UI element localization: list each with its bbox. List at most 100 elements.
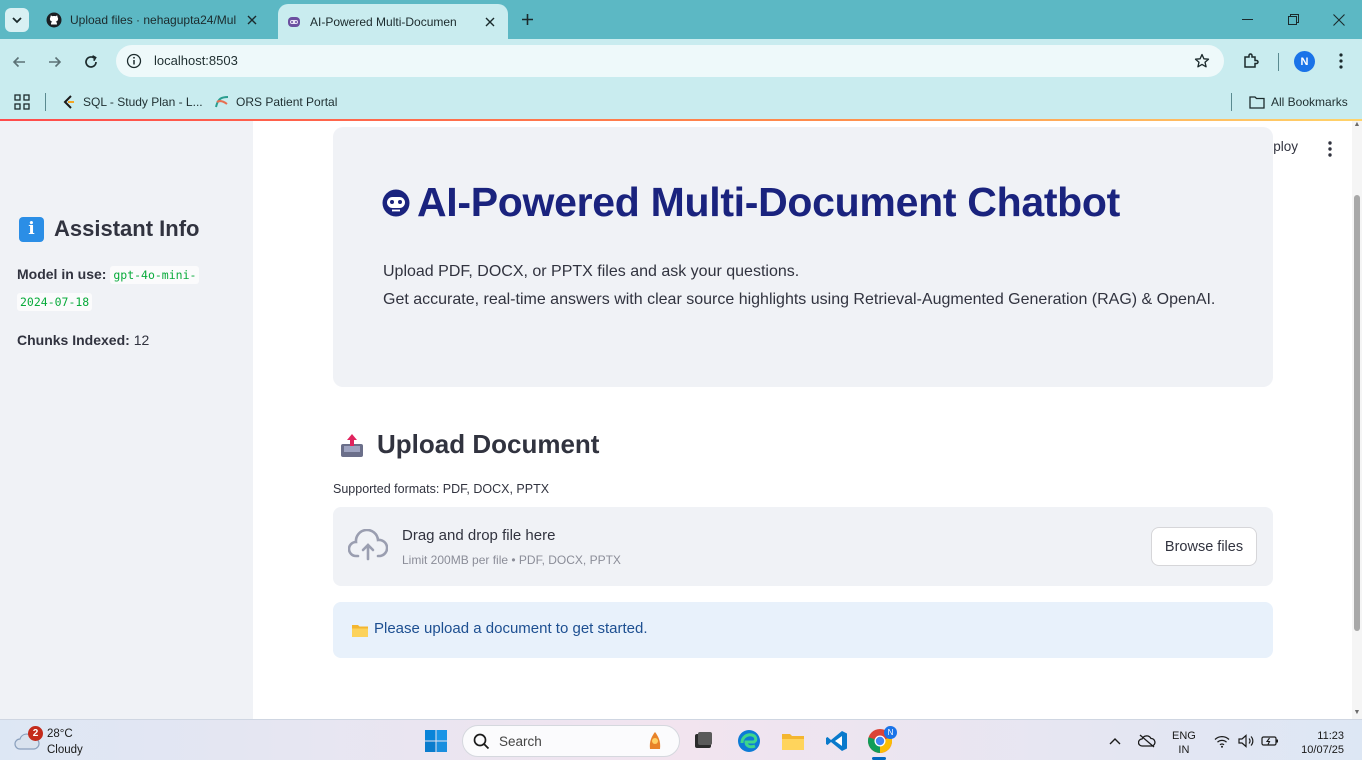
cloud-upload-icon <box>348 529 388 561</box>
system-clock[interactable]: 11:23 10/07/25 <box>1294 729 1344 757</box>
bookmarks-divider <box>45 93 46 111</box>
scroll-up-arrow-icon[interactable]: ▲ <box>1353 121 1361 129</box>
upload-heading-text: Upload Document <box>377 429 600 459</box>
all-bookmarks-button[interactable]: All Bookmarks <box>1249 91 1348 113</box>
close-icon[interactable] <box>244 12 260 28</box>
network-button[interactable] <box>1212 731 1232 751</box>
taskbar-search[interactable]: Search <box>462 725 680 757</box>
tab-github-upload[interactable]: Upload files · nehagupta24/Mul <box>36 0 270 39</box>
outbox-tray-icon <box>341 433 363 457</box>
minimize-icon <box>1241 19 1253 20</box>
scroll-thumb[interactable] <box>1354 195 1360 631</box>
browser-tab-strip: Upload files · nehagupta24/Mul AI-Powere… <box>0 0 1362 39</box>
app-main-menu-button[interactable] <box>1322 139 1338 159</box>
profile-avatar[interactable]: N <box>1294 51 1315 72</box>
windows-logo-icon <box>425 730 447 752</box>
tab-search-button[interactable] <box>5 8 29 32</box>
file-dropzone[interactable]: Drag and drop file here Limit 200MB per … <box>333 507 1273 586</box>
speaker-icon <box>1237 734 1253 748</box>
search-icon <box>473 733 490 750</box>
info-alert: Please upload a document to get started. <box>333 602 1273 658</box>
battery-button[interactable] <box>1260 731 1280 751</box>
restore-icon <box>1287 14 1299 25</box>
reload-button[interactable] <box>79 50 103 74</box>
chunks-label: Chunks Indexed: <box>17 332 130 348</box>
close-icon[interactable] <box>482 14 498 30</box>
dropzone-limit: Limit 200MB per file • PDF, DOCX, PPTX <box>402 553 621 567</box>
chunks-info: Chunks Indexed: 12 <box>17 327 149 353</box>
robot-face-icon <box>382 189 410 216</box>
file-explorer-button[interactable] <box>780 728 806 754</box>
tab-title: AI-Powered Multi-Documen <box>310 14 457 29</box>
vscode-button[interactable] <box>824 728 850 754</box>
close-icon <box>1333 13 1345 26</box>
input-language-indicator[interactable]: ENG IN <box>1172 729 1196 757</box>
apps-button[interactable] <box>14 91 36 113</box>
vscode-icon <box>826 731 847 751</box>
bookmark-ors-patient-portal[interactable]: ORS Patient Portal <box>214 91 337 113</box>
start-button[interactable] <box>423 728 449 754</box>
upload-heading: Upload Document <box>340 429 599 460</box>
volume-button[interactable] <box>1236 731 1256 751</box>
dropzone-instructions: Drag and drop file here <box>402 527 556 544</box>
more-vertical-icon <box>1328 141 1332 157</box>
sidebar-title-text: Assistant Info <box>54 216 200 241</box>
hero-line-1: Upload PDF, DOCX, or PPTX files and ask … <box>383 263 800 280</box>
bookmark-sql-study-plan[interactable]: SQL - Study Plan - L... <box>61 91 203 113</box>
cloud-offline-icon <box>1138 734 1156 748</box>
new-tab-button[interactable] <box>516 8 538 30</box>
model-value-cont: 2024-07-18 <box>17 293 93 311</box>
bookmark-label: ORS Patient Portal <box>236 95 338 109</box>
chunks-value: 12 <box>133 332 150 348</box>
onedrive-button[interactable] <box>1137 731 1157 751</box>
apps-grid-icon <box>14 94 30 110</box>
forward-button[interactable] <box>43 50 67 74</box>
url-text[interactable]: localhost:8503 <box>154 53 238 68</box>
tab-title: Upload files · nehagupta24/Mul <box>70 12 237 27</box>
robot-icon <box>286 14 302 30</box>
weather-condition: Cloudy <box>47 744 83 756</box>
close-window-button[interactable] <box>1316 0 1362 39</box>
sidebar-title: i Assistant Info <box>19 216 199 242</box>
bookmark-star-icon[interactable] <box>1192 51 1212 71</box>
leetcode-icon <box>63 95 74 109</box>
hero-description: Upload PDF, DOCX, or PPTX files and ask … <box>383 258 1233 314</box>
model-value: gpt-4o-mini- <box>110 266 200 284</box>
scroll-down-arrow-icon[interactable]: ▼ <box>1353 709 1361 717</box>
page-scrollbar[interactable]: ▲ ▼ <box>1352 121 1362 719</box>
extensions-icon[interactable] <box>1240 50 1262 72</box>
address-bar[interactable]: localhost:8503 <box>116 45 1224 77</box>
show-hidden-icons-button[interactable] <box>1105 731 1125 751</box>
site-info-icon[interactable] <box>124 51 144 71</box>
arrow-left-icon <box>12 56 25 68</box>
task-view-icon <box>695 732 712 748</box>
windows-taskbar: 2 28°C Cloudy Search N ENG IN 11:23 10/0… <box>0 719 1362 760</box>
weather-widget[interactable]: 2 28°C Cloudy <box>14 726 104 758</box>
window-controls <box>1224 0 1362 39</box>
browser-menu-button[interactable] <box>1330 50 1352 72</box>
more-vertical-icon <box>1339 53 1343 69</box>
edge-browser-button[interactable] <box>736 728 762 754</box>
page-title: AI-Powered Multi-Document Chatbot <box>381 179 1120 226</box>
page-title-text: AI-Powered Multi-Document Chatbot <box>417 179 1121 225</box>
back-button[interactable] <box>7 50 31 74</box>
notification-badge: 2 <box>28 726 43 741</box>
chevron-down-icon <box>12 17 22 24</box>
portal-logo-icon <box>215 96 229 108</box>
hero-banner: AI-Powered Multi-Document Chatbot Upload… <box>333 127 1273 387</box>
browse-files-button[interactable]: Browse files <box>1151 527 1257 566</box>
github-icon <box>46 12 62 28</box>
search-placeholder: Search <box>499 734 542 749</box>
arrow-right-icon <box>49 56 62 68</box>
model-label: Model in use: <box>17 266 107 282</box>
reload-icon <box>85 55 97 68</box>
wifi-icon <box>1214 735 1230 748</box>
task-view-button[interactable] <box>690 728 716 754</box>
language-code: ENG <box>1172 730 1196 742</box>
app-page: i Assistant Info Model in use: gpt-4o-mi… <box>0 121 1362 719</box>
clock-date: 10/07/25 <box>1301 744 1344 756</box>
restore-button[interactable] <box>1270 0 1316 39</box>
minimize-button[interactable] <box>1224 0 1270 39</box>
tab-chatbot-app[interactable]: AI-Powered Multi-Documen <box>278 4 508 39</box>
browser-toolbar: localhost:8503 N <box>0 39 1362 85</box>
